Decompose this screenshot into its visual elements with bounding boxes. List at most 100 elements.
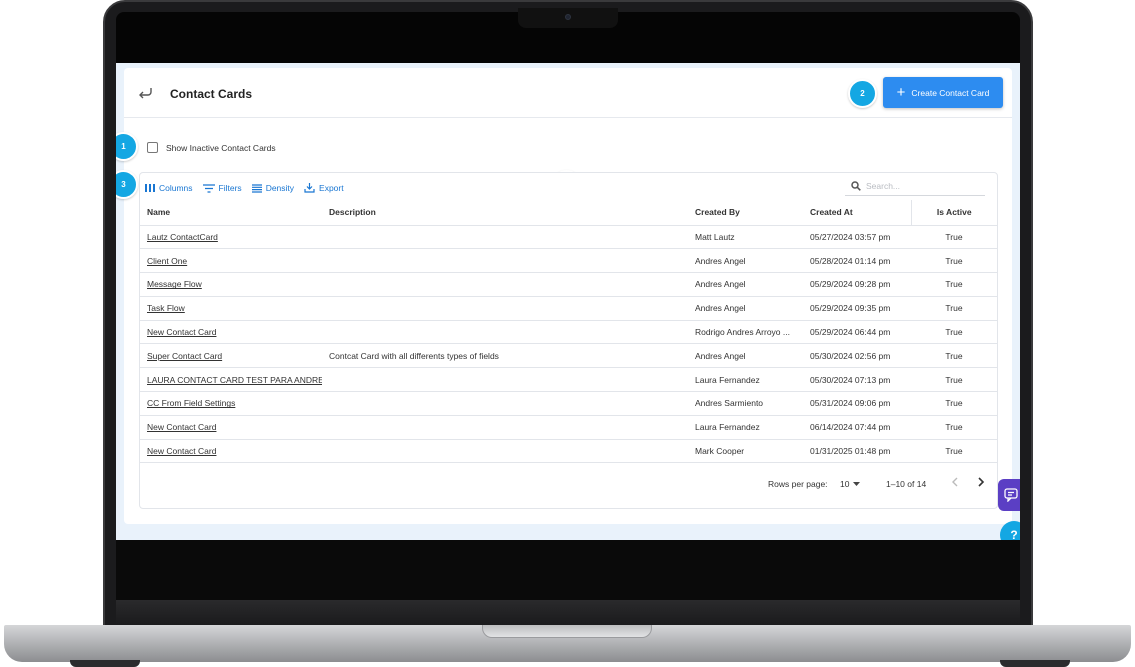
is-active-cell: True [911,367,997,393]
contact-card-name-link[interactable]: Task Flow [147,303,185,313]
is-active-cell: True [911,296,997,321]
description-cell [322,391,688,416]
created-by-cell: Andres Angel [688,272,803,297]
description-cell: Contcat Card with all differents types o… [322,343,688,369]
created-by-cell: Andres Angel [688,248,803,274]
camera-icon [565,14,571,20]
description-cell [322,320,688,345]
page-title: Contact Cards [170,87,253,101]
table-row[interactable]: New Contact Card Rodrigo Andres Arroyo .… [140,320,997,345]
contact-card-name-link[interactable]: Message Flow [147,279,202,289]
chevron-left-icon [952,477,958,487]
export-button[interactable]: Export [304,183,344,193]
contact-cards-grid: Columns Filters Density Export Search...… [139,172,998,509]
description-cell [322,439,688,464]
created-by-cell: Matt Lautz [688,225,803,250]
created-by-cell: Andres Sarmiento [688,391,803,416]
filters-button[interactable]: Filters [202,183,242,193]
filters-label: Filters [218,183,242,193]
rows-per-page-select[interactable]: 10 [840,479,861,489]
page-header: Contact Cards + Create Contact Card 2 [124,68,1012,118]
export-label: Export [319,183,344,193]
created-by-cell: Andres Angel [688,343,803,369]
contact-card-name-link[interactable]: Client One [147,256,187,266]
search-icon [851,180,861,191]
table-row[interactable]: Client One Andres Angel 05/28/2024 01:14… [140,248,997,274]
column-header-created-at[interactable]: Created At [803,200,911,226]
table-row[interactable]: New Contact Card Mark Cooper 01/31/2025 … [140,439,997,464]
table-row[interactable]: Task Flow Andres Angel 05/29/2024 09:35 … [140,296,997,321]
column-header-description[interactable]: Description [322,200,688,226]
show-inactive-toggle[interactable]: Show Inactive Contact Cards [147,142,276,153]
laptop-mockup: Contact Cards + Create Contact Card 2 1 … [0,0,1135,667]
laptop-hinge [116,600,1020,626]
created-at-cell: 05/29/2024 09:35 pm [803,296,911,321]
screen: Contact Cards + Create Contact Card 2 1 … [116,63,1020,540]
created-at-cell: 05/30/2024 02:56 pm [803,343,911,369]
created-by-cell: Rodrigo Andres Arroyo ... [688,320,803,345]
table-header-row: Name Description Created By Created At I… [140,200,997,226]
is-active-cell: True [911,391,997,416]
grid-toolbar: Columns Filters Density Export [145,181,344,195]
created-by-cell: Laura Fernandez [688,415,803,440]
contact-card-name-link[interactable]: Lautz ContactCard [147,232,218,242]
step-marker-2: 2 [848,79,877,108]
chat-widget-button[interactable] [998,479,1020,511]
previous-page-button[interactable] [948,476,962,490]
filter-icon [202,183,215,193]
contact-card-name-link[interactable]: New Contact Card [147,446,216,456]
created-at-cell: 01/31/2025 01:48 pm [803,439,911,464]
is-active-cell: True [911,415,997,440]
step-marker-3: 3 [116,170,138,199]
description-cell [322,367,688,393]
export-icon [304,183,315,193]
rows-per-page-label: Rows per page: [768,479,828,489]
next-page-button[interactable] [974,476,988,490]
contact-cards-page: Contact Cards + Create Contact Card 2 1 … [116,68,1012,524]
columns-icon [145,184,155,192]
pagination-range: 1–10 of 14 [886,479,927,489]
is-active-cell: True [911,439,997,464]
laptop-foot-left [70,660,140,667]
back-arrow-icon[interactable] [136,85,154,101]
caret-down-icon [853,482,861,486]
created-by-cell: Laura Fernandez [688,367,803,393]
table-row[interactable]: CC From Field Settings Andres Sarmiento … [140,391,997,416]
chevron-right-icon [978,477,985,487]
is-active-cell: True [911,248,997,274]
contact-card-name-link[interactable]: New Contact Card [147,327,216,337]
description-cell [322,272,688,297]
show-inactive-label: Show Inactive Contact Cards [166,142,276,153]
table-row[interactable]: New Contact Card Laura Fernandez 06/14/2… [140,415,997,440]
show-inactive-checkbox[interactable] [147,142,158,153]
table-row[interactable]: Super Contact Card Contcat Card with all… [140,343,997,369]
created-by-cell: Andres Angel [688,296,803,321]
contact-card-name-link[interactable]: New Contact Card [147,422,216,432]
is-active-cell: True [911,343,997,369]
is-active-cell: True [911,272,997,297]
contact-card-name-link[interactable]: Super Contact Card [147,351,222,361]
columns-button[interactable]: Columns [145,183,193,193]
created-at-cell: 05/31/2024 09:06 pm [803,391,911,416]
description-cell [322,248,688,274]
created-at-cell: 06/14/2024 07:44 pm [803,415,911,440]
is-active-cell: True [911,225,997,250]
contact-card-name-link[interactable]: CC From Field Settings [147,398,235,408]
table-row[interactable]: Lautz ContactCard Matt Lautz 05/27/2024 … [140,225,997,250]
density-button[interactable]: Density [251,183,295,193]
density-label: Density [265,183,295,193]
table-row[interactable]: Message Flow Andres Angel 05/29/2024 09:… [140,272,997,297]
column-header-created-by[interactable]: Created By [688,200,803,226]
table-row[interactable]: LAURA CONTACT CARD TEST PARA ANDRES Laur… [140,367,997,393]
created-at-cell: 05/28/2024 01:14 pm [803,248,911,274]
description-cell [322,415,688,440]
search-input[interactable] [866,180,976,191]
create-contact-card-label: Create Contact Card [911,87,990,98]
column-header-name[interactable]: Name [140,200,322,226]
density-icon [251,183,262,193]
column-header-is-active[interactable]: Is Active [910,200,997,226]
created-at-cell: 05/29/2024 06:44 pm [803,320,911,345]
description-cell [322,225,688,250]
create-contact-card-button[interactable]: + Create Contact Card [883,77,1003,108]
contact-card-name-link[interactable]: LAURA CONTACT CARD TEST PARA ANDRES [147,375,322,385]
